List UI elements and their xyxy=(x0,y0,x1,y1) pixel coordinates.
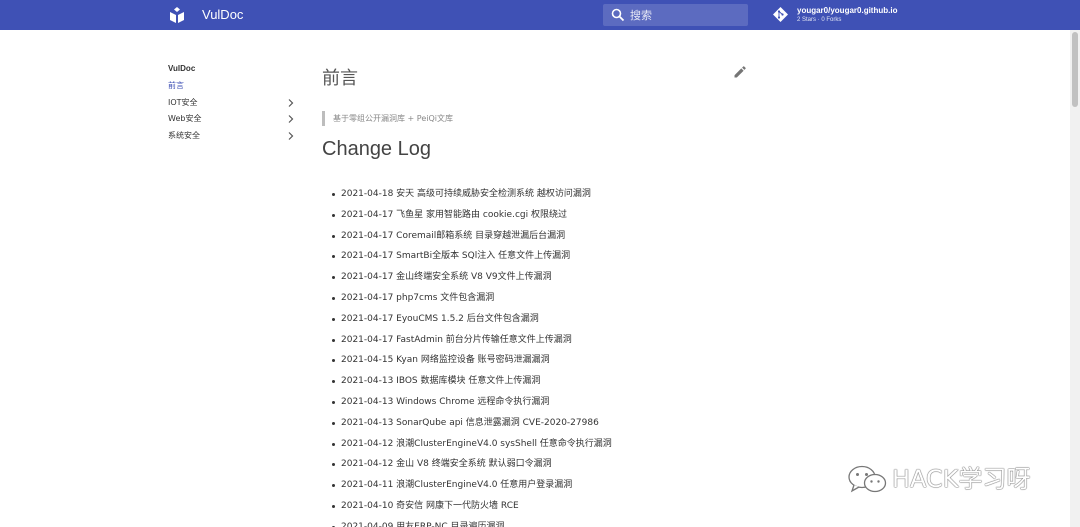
list-item: 2021-04-12 金山 V8 终端安全系统 默认弱口令漏洞 xyxy=(332,454,612,475)
chevron-right-icon xyxy=(288,132,294,140)
top-header: VulDoc yougar0/yougar0.github.io 2 Stars… xyxy=(0,0,1080,30)
list-item: 2021-04-11 浪潮ClusterEngineV4.0 任意用户登录漏洞 xyxy=(332,475,612,496)
intro-blockquote: 基于零组公开漏洞库 + PeiQi文库 xyxy=(322,111,453,126)
list-item: 2021-04-15 Kyan 网络监控设备 账号密码泄漏漏洞 xyxy=(332,350,612,371)
watermark: HACK学习呀 xyxy=(846,462,1056,496)
chevron-right-icon xyxy=(288,115,294,124)
chevron-right-icon xyxy=(288,98,294,107)
sidebar-item-label: 系统安全 xyxy=(168,131,200,141)
list-item: 2021-04-17 金山终端安全系统 V8 V9文件上传漏洞 xyxy=(332,267,612,288)
edit-icon[interactable] xyxy=(734,66,746,78)
scrollbar-thumb[interactable] xyxy=(1072,32,1078,107)
list-item: 2021-04-17 php7cms 文件包含漏洞 xyxy=(332,288,612,309)
list-item: 2021-04-13 SonarQube api 信息泄露漏洞 CVE-2020… xyxy=(332,413,612,434)
list-item: 2021-04-12 浪潮ClusterEngineV4.0 sysShell … xyxy=(332,434,612,455)
sidebar-item-label: 前言 xyxy=(168,81,184,90)
sidebar-item-web-security[interactable]: Web安全 xyxy=(168,111,298,128)
wechat-icon xyxy=(848,465,887,493)
sidebar-item-system-security[interactable]: 系统安全 xyxy=(168,128,298,145)
list-item: 2021-04-09 用友ERP-NC 目录遍历漏洞 xyxy=(332,517,612,527)
sidebar-item-label: IOT安全 xyxy=(168,97,198,107)
logo-icon[interactable] xyxy=(170,7,184,23)
sidebar-title: VulDoc xyxy=(168,64,196,73)
list-item: 2021-04-13 IBOS 数据库模块 任意文件上传漏洞 xyxy=(332,371,612,392)
site-title[interactable]: VulDoc xyxy=(202,7,243,23)
list-item: 2021-04-17 FastAdmin 前台分片传输任意文件上传漏洞 xyxy=(332,330,612,351)
sidebar-item-label: Web安全 xyxy=(168,114,202,124)
list-item: 2021-04-18 安天 高级可持续威胁安全检测系统 越权访问漏洞 xyxy=(332,184,612,205)
repo-name[interactable]: yougar0/yougar0.github.io xyxy=(797,6,897,16)
page-scrollbar[interactable] xyxy=(1070,30,1080,527)
search-icon[interactable] xyxy=(611,8,625,22)
sidebar-item-preface[interactable]: 前言 xyxy=(168,78,298,95)
changelog-heading: Change Log xyxy=(322,138,431,160)
list-item: 2021-04-17 SmartBi全版本 SQl注入 任意文件上传漏洞 xyxy=(332,246,612,267)
changelog-list: 2021-04-18 安天 高级可持续威胁安全检测系统 越权访问漏洞 2021-… xyxy=(332,184,612,527)
list-item: 2021-04-17 Coremail邮箱系统 目录穿越泄漏后台漏洞 xyxy=(332,226,612,247)
git-icon xyxy=(773,7,788,22)
list-item: 2021-04-17 飞鱼星 家用智能路由 cookie.cgi 权限绕过 xyxy=(332,205,612,226)
watermark-text: HACK学习呀 xyxy=(892,465,1031,493)
list-item: 2021-04-10 奇安信 网康下一代防火墙 RCE xyxy=(332,496,612,517)
page-title: 前言 xyxy=(322,68,358,89)
list-item: 2021-04-17 EyouCMS 1.5.2 后台文件包含漏洞 xyxy=(332,309,612,330)
repo-stats: 2 Stars · 0 Forks xyxy=(797,17,842,23)
sidebar-nav: VulDoc 前言 IOT安全 Web安全 系统安全 xyxy=(168,62,298,145)
sidebar-item-iot-security[interactable]: IOT安全 xyxy=(168,95,298,112)
list-item: 2021-04-13 Windows Chrome 远程命令执行漏洞 xyxy=(332,392,612,413)
search-box[interactable] xyxy=(603,4,748,26)
search-input[interactable] xyxy=(630,4,742,26)
